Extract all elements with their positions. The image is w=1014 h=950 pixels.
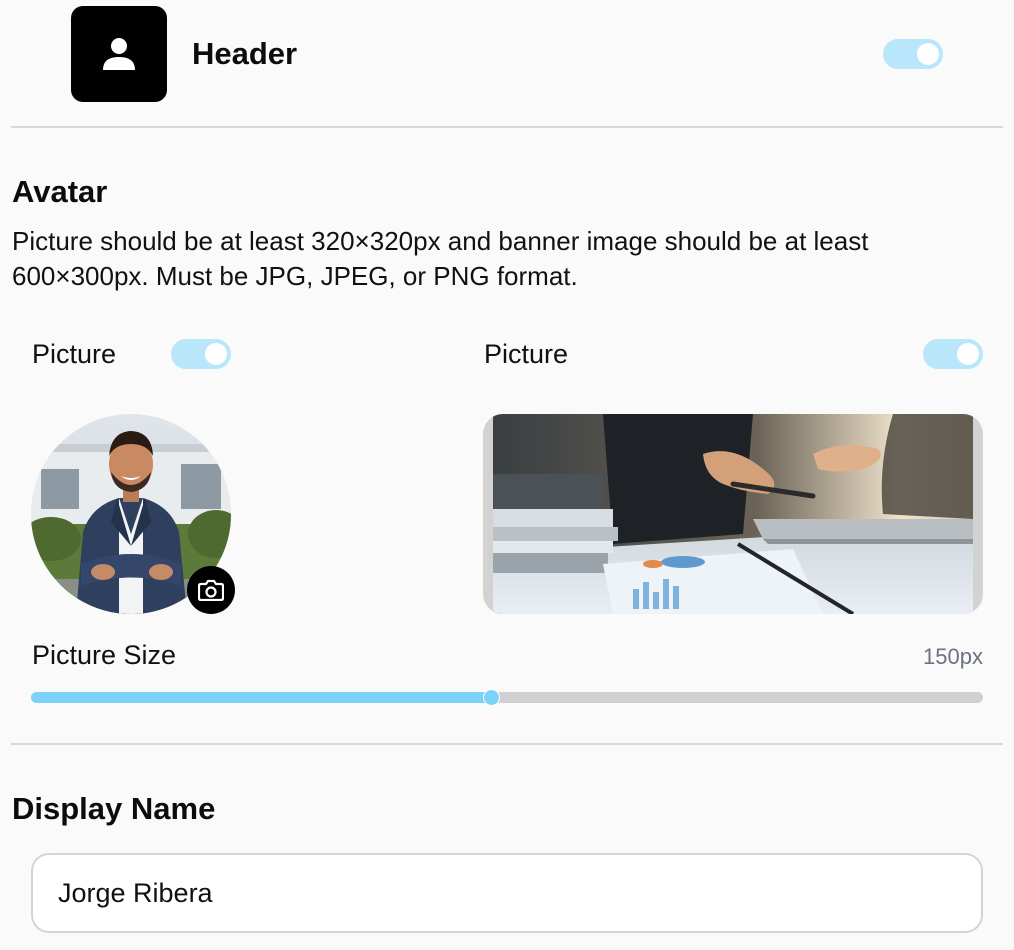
picture-size-slider[interactable] xyxy=(31,689,983,706)
picture-toggle[interactable] xyxy=(171,339,231,369)
toggle-knob xyxy=(917,43,939,65)
banner-picture[interactable] xyxy=(483,414,983,614)
avatar-section-description: Picture should be at least 320×320px and… xyxy=(12,226,869,291)
header-title: Header xyxy=(192,36,298,71)
header-toggle[interactable] xyxy=(883,39,943,69)
banner-toggle[interactable] xyxy=(923,339,983,369)
toggle-knob xyxy=(957,343,979,365)
banner-image xyxy=(493,414,973,614)
slider-thumb[interactable] xyxy=(482,689,500,706)
display-name-title: Display Name xyxy=(12,791,216,826)
avatar-section-title: Avatar xyxy=(12,174,108,209)
divider xyxy=(11,126,1003,128)
camera-icon xyxy=(198,579,224,601)
banner-label: Picture xyxy=(484,339,569,369)
slider-fill xyxy=(31,692,491,703)
divider xyxy=(11,743,1003,745)
settings-page: Header Avatar Picture should be at least… xyxy=(0,0,1014,950)
header-icon-box xyxy=(71,6,167,102)
change-picture-button[interactable] xyxy=(187,566,235,614)
picture-size-label: Picture Size xyxy=(32,640,177,670)
display-name-input[interactable] xyxy=(31,853,983,933)
user-icon xyxy=(103,38,135,70)
picture-size-value: 150px xyxy=(923,644,983,669)
picture-label: Picture xyxy=(32,339,117,369)
toggle-knob xyxy=(205,343,227,365)
